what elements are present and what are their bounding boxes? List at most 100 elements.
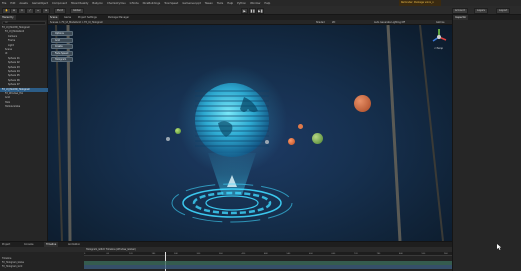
holo-button[interactable]: Create (51, 44, 73, 49)
hierarchy-item[interactable]: Sphere 07 (0, 83, 48, 87)
layout-dropdown[interactable]: Layout (496, 7, 511, 14)
inspector-panel: Inspector (452, 15, 521, 271)
move-tool-button[interactable]: ✥ (10, 7, 19, 14)
timeline-clip-grid[interactable] (84, 265, 452, 269)
menu-item[interactable]: Assets (19, 2, 27, 5)
ruler-tick-label: 540 (286, 252, 291, 255)
scene-view-options[interactable]: Auto Generate Lighting Off (374, 21, 405, 24)
shading-mode-dropdown[interactable]: Shaded (316, 21, 325, 24)
scale-tool-button[interactable]: ⤢ (26, 7, 34, 14)
hierarchy-search-input[interactable]: All (2, 21, 46, 25)
scene-orientation-gizmo[interactable] (430, 27, 448, 49)
persp-label[interactable]: < Persp (434, 47, 443, 50)
bubble-grey-small (166, 137, 170, 141)
hierarchy-item[interactable]: Sphere 02 (0, 61, 48, 65)
layers-dropdown[interactable]: Layers (474, 7, 488, 14)
menu-item[interactable]: Help (227, 2, 233, 5)
hierarchy-item[interactable]: Scene (0, 48, 48, 52)
hierarchy-item[interactable]: UI (0, 52, 48, 56)
holo-button[interactable]: Options (51, 31, 73, 36)
transform-tool-button[interactable]: ⊕ (42, 7, 51, 14)
hierarchy-item[interactable]: Sphere 06 (0, 79, 48, 83)
timeline-asset-label[interactable]: Hologram_Glitch Timeline (Window_Global) (86, 248, 136, 251)
ruler-tick-label: 600 (309, 252, 313, 255)
scene-viewport[interactable]: Options Grid Create Fade Speed Hologram < Pe… (48, 25, 452, 241)
timeline-track-label[interactable]: FX_Hologram_Grid (2, 265, 22, 269)
ruler-tick-label: 660 (331, 252, 336, 255)
pause-button[interactable]: ❚❚ (249, 7, 256, 14)
menu-item[interactable]: Babylon (92, 2, 103, 5)
menu-item[interactable]: ChemistryVisu (107, 2, 126, 5)
menu-item[interactable]: Mixed Reality (71, 2, 88, 5)
tab-hierarchy[interactable]: Hierarchy (0, 15, 16, 20)
play-button[interactable]: ▶ (241, 7, 248, 14)
hierarchy-item[interactable]: Camera (0, 35, 48, 39)
menu-item[interactable]: Help (264, 2, 270, 5)
ruler-tick-label: 480 (264, 252, 268, 255)
hierarchy-item[interactable]: Hollow Globe (0, 105, 48, 109)
account-dropdown[interactable]: Account (452, 7, 468, 14)
scene-render (55, 25, 444, 241)
2d-toggle[interactable]: 2D (332, 21, 335, 24)
holo-button[interactable]: Fade Speed (51, 50, 73, 56)
menu-item[interactable]: GameObject (32, 2, 48, 5)
bubble-orange-large (354, 95, 371, 112)
hierarchy-item[interactable]: Light (0, 44, 48, 48)
main-toolbar: ✋ ✥ ⟳ ⤢ ▭ ⊕ Pivot Global ▶ ❚❚ ▶❚ Account… (0, 6, 521, 15)
hierarchy-item[interactable]: FX_UI_ModelGrid (0, 30, 48, 34)
bubble-grey-mid (265, 140, 269, 144)
hierarchy-item[interactable]: Holo (0, 101, 48, 105)
hierarchy-item[interactable]: Sphere 01 (0, 57, 48, 61)
scene-breadcrumb[interactable]: Scenes > FX_UI_ModelGrid > FX_UI_Hologra… (50, 21, 103, 24)
ruler-tick-label: 840 (399, 252, 403, 255)
menu-item[interactable]: Tween (205, 2, 213, 5)
hierarchy-item[interactable]: FX_UI_Mod3D_Hologram (0, 26, 48, 30)
ruler-tick-label: 360 (219, 252, 223, 255)
menu-item[interactable]: Edit (10, 2, 15, 5)
hierarchy-tabbar: Hierarchy (0, 15, 47, 20)
ruler-tick-label: 60 (106, 252, 110, 255)
ruler-tick-label: 240 (174, 252, 178, 255)
ruler-tick-label: 300 (196, 252, 201, 255)
hierarchy-item[interactable]: Frame (0, 39, 48, 43)
hierarchy-item[interactable]: FX_UI_Mod3D_Hologram (0, 87, 48, 92)
menu-item[interactable]: Gameover.ppt (182, 2, 200, 5)
hierarchy-item[interactable]: Grid (0, 96, 48, 100)
ruler-tick-label: 900 (421, 252, 426, 255)
rotate-tool-button[interactable]: ⟳ (18, 7, 27, 14)
pivot-toggle[interactable]: Pivot (54, 7, 66, 14)
bubble-green-small (175, 128, 181, 134)
hologram-globe (195, 83, 269, 157)
ruler-tick-label: 720 (354, 252, 358, 255)
step-button[interactable]: ▶❚ (257, 7, 264, 14)
frame-rail-right (386, 25, 402, 241)
menu-item[interactable]: ToonSpeed (164, 2, 178, 5)
bubble-green-large (312, 133, 323, 144)
mouse-cursor-icon (497, 244, 502, 250)
hierarchy-item[interactable]: Sphere 03 (0, 66, 48, 70)
inspector-tabbar: Inspector (453, 15, 521, 20)
ruler-tick-label: 0 (84, 252, 86, 255)
menu-item[interactable]: Tools (217, 2, 223, 5)
holo-button[interactable]: Hologram (51, 57, 73, 62)
hierarchy-item[interactable]: Sphere 04 (0, 70, 48, 74)
hierarchy-item[interactable]: FX_Window_Hol (0, 92, 48, 96)
menu-item[interactable]: Component (52, 2, 67, 5)
menu-item[interactable]: Python (237, 2, 246, 5)
menu-item[interactable]: NiceBuildings (143, 2, 161, 5)
holo-button[interactable]: Grid (51, 37, 73, 43)
ruler-tick-label: 960 (444, 252, 448, 255)
timeline-ruler[interactable]: 0 60 120 180 240 300 360 420 480 540 600 660 720 780 8… (84, 252, 452, 256)
ruler-tick-label: 780 (376, 252, 381, 255)
menu-item[interactable]: Window (250, 2, 260, 5)
ruler-tick-label: 420 (241, 252, 246, 255)
tab-inspector[interactable]: Inspector (453, 15, 469, 20)
global-toggle[interactable]: Global (70, 7, 84, 14)
hierarchy-panel: Hierarchy All FX_UI_Mod3D_Hologram FX_UI_… (0, 15, 48, 241)
hologram-base (171, 183, 293, 223)
menu-item[interactable]: Infinite (130, 2, 139, 5)
gizmos-dropdown[interactable]: Gizmos (436, 21, 444, 24)
hierarchy-item[interactable]: Sphere 05 (0, 74, 48, 78)
menu-item[interactable]: File (2, 2, 6, 5)
bubble-orange-small (298, 124, 303, 129)
